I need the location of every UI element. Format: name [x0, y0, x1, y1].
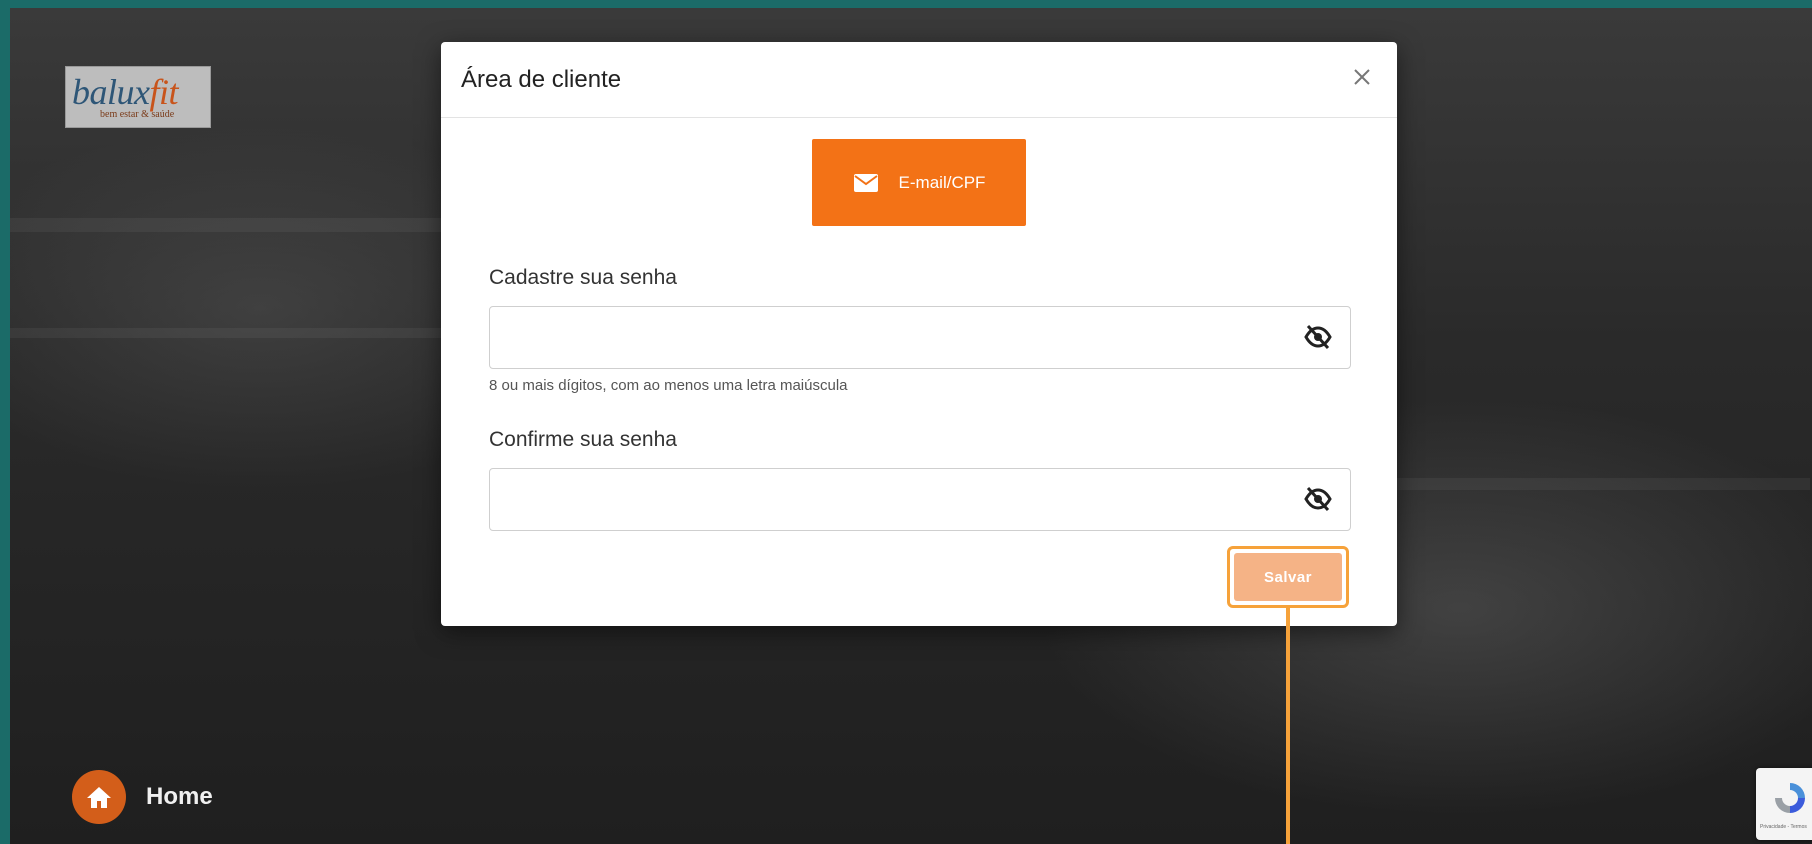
password-label: Cadastre sua senha [489, 266, 677, 289]
background-bar [1390, 478, 1810, 490]
home-link[interactable]: Home [72, 770, 213, 824]
email-cpf-tab[interactable]: E-mail/CPF [812, 139, 1026, 226]
recaptcha-icon [1775, 783, 1805, 813]
eye-slash-icon[interactable] [1304, 486, 1332, 512]
confirm-password-label: Confirme sua senha [489, 428, 677, 451]
close-icon [1354, 69, 1370, 85]
logo-tagline: bem estar & saúde [100, 109, 175, 120]
save-button-highlight: Salvar [1227, 546, 1349, 608]
save-button[interactable]: Salvar [1234, 553, 1342, 601]
email-cpf-label: E-mail/CPF [898, 172, 986, 192]
recaptcha-footer[interactable]: Privacidade - Termos [1760, 824, 1807, 830]
client-area-modal: Área de cliente E-mail/CPF Cadastre sua … [441, 42, 1397, 626]
brand-logo[interactable]: baluxfit bem estar & saúde [65, 66, 211, 128]
logo-wordmark: baluxfit [72, 72, 178, 112]
home-icon [72, 770, 126, 824]
password-field[interactable] [489, 306, 1351, 369]
confirm-password-field[interactable] [489, 468, 1351, 531]
eye-slash-icon[interactable] [1304, 324, 1332, 350]
callout-pointer [1286, 608, 1290, 844]
home-label: Home [146, 783, 213, 810]
recaptcha-badge[interactable]: Privacidade - Termos [1756, 768, 1812, 840]
envelope-icon [853, 173, 878, 192]
modal-header: Área de cliente [441, 42, 1397, 118]
close-button[interactable] [1347, 62, 1377, 92]
password-hint: 8 ou mais dígitos, com ao menos uma letr… [489, 377, 848, 394]
modal-title: Área de cliente [461, 66, 622, 93]
